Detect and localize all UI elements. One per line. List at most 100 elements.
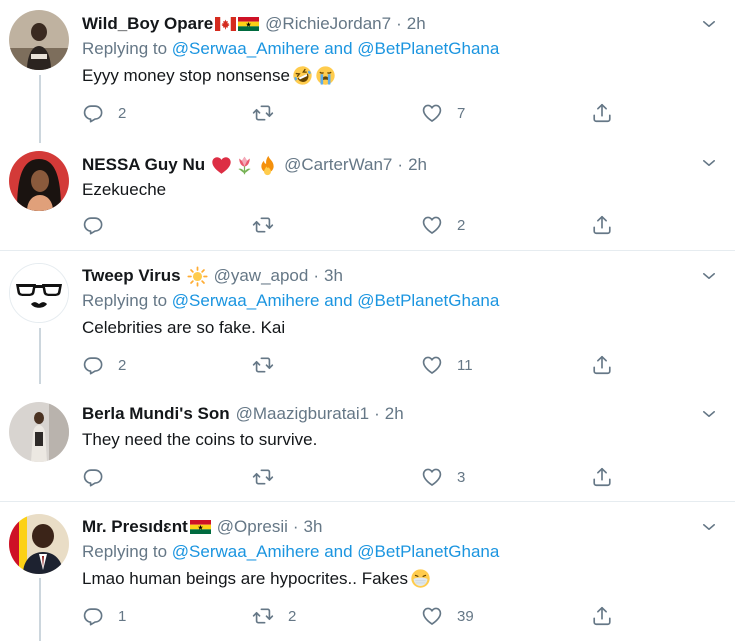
reply-button[interactable]: 2	[82, 102, 126, 124]
mention-link[interactable]: @BetPlanetGhana	[357, 542, 499, 561]
rofl-emoji-icon	[292, 65, 313, 86]
timestamp[interactable]: 2h	[408, 155, 427, 175]
mention-link[interactable]: @Serwaa_Amihere	[172, 39, 320, 58]
retweet-icon	[252, 214, 274, 236]
timestamp[interactable]: 3h	[304, 517, 323, 537]
heart-icon	[421, 605, 443, 627]
like-count: 39	[457, 607, 474, 625]
like-button[interactable]: 2	[421, 214, 465, 236]
share-button[interactable]	[591, 605, 613, 627]
separator-dot: ·	[313, 266, 320, 285]
reply-icon	[82, 354, 104, 376]
avatar[interactable]	[9, 10, 69, 70]
reply-count: 2	[118, 104, 127, 122]
red-heart-icon	[211, 155, 232, 176]
chevron-down-icon[interactable]	[700, 154, 718, 172]
tweet-3[interactable]: Tweep Virus @yaw_apod · 3h Replying to @…	[0, 251, 735, 389]
reply-count: 2	[118, 356, 127, 374]
heart-icon	[421, 354, 443, 376]
like-button[interactable]: 3	[421, 466, 465, 488]
mention-link[interactable]: @Serwaa_Amihere	[172, 542, 320, 561]
share-icon	[591, 354, 613, 376]
share-button[interactable]	[591, 466, 613, 488]
retweet-icon	[252, 466, 274, 488]
display-name[interactable]: Tweep Virus	[82, 266, 181, 286]
share-button[interactable]	[591, 102, 613, 124]
chevron-down-icon[interactable]	[700, 15, 718, 33]
reply-icon	[82, 605, 104, 627]
like-count: 11	[457, 356, 473, 374]
share-icon	[591, 214, 613, 236]
separator-dot: ·	[374, 404, 380, 423]
user-handle[interactable]: @CarterWan7	[284, 155, 392, 175]
retweet-button[interactable]	[252, 354, 288, 376]
like-button[interactable]: 39	[421, 605, 474, 627]
share-button[interactable]	[591, 354, 613, 376]
tweet-2[interactable]: NESSA Guy Nu @CarterWan7 · 2h Ezekueche …	[0, 147, 735, 249]
reply-button[interactable]: 2	[82, 354, 126, 376]
separator-dot: ·	[397, 155, 404, 174]
chevron-down-icon[interactable]	[700, 518, 718, 536]
heart-icon	[421, 466, 443, 488]
replying-to-label: Replying to	[82, 291, 168, 310]
mention-and[interactable]: and	[324, 39, 352, 58]
user-handle[interactable]: @RichieJordan7	[265, 14, 391, 34]
like-button[interactable]: 11	[421, 354, 473, 376]
reply-button[interactable]	[82, 214, 118, 236]
reply-button[interactable]: 1	[82, 605, 126, 627]
retweet-button[interactable]: 2	[252, 605, 296, 627]
display-name[interactable]: NESSA Guy Nu	[82, 155, 205, 175]
tweet-4[interactable]: Berla Mundi's Son @Maazigburatai1 · 2h T…	[0, 389, 735, 501]
avatar[interactable]	[9, 151, 69, 211]
display-name[interactable]: Wild_Boy Opare	[82, 14, 213, 34]
tweet-5[interactable]: Mr. Presıdɛnt @Opresii · 3h Replying to …	[0, 502, 735, 641]
chevron-down-icon[interactable]	[700, 405, 718, 423]
like-count: 2	[457, 216, 466, 234]
share-icon	[591, 466, 613, 488]
user-handle[interactable]: @Maazigburatai1	[236, 404, 370, 424]
reply-icon	[82, 102, 104, 124]
display-name[interactable]: Mr. Presıdɛnt	[82, 517, 188, 537]
tweet-text: Ezekueche	[82, 180, 166, 200]
tweet-header: NESSA Guy Nu @CarterWan7 · 2h	[82, 153, 427, 177]
timestamp[interactable]: 2h	[407, 14, 426, 34]
fire-icon	[257, 155, 278, 176]
tweet-actions: 2 7	[82, 102, 622, 126]
mention-and[interactable]: and	[324, 542, 352, 561]
reply-icon	[82, 214, 104, 236]
tweet-text: Celebrities are so fake. Kai	[82, 318, 285, 338]
thread-line	[39, 578, 41, 641]
user-handle[interactable]: @yaw_apod	[214, 266, 309, 286]
avatar[interactable]	[9, 514, 69, 574]
timestamp[interactable]: 2h	[385, 404, 404, 424]
thread-line	[39, 328, 41, 384]
user-handle[interactable]: @Opresii	[217, 517, 288, 537]
loudly-crying-emoji-icon	[315, 65, 336, 86]
replying-to: Replying to @Serwaa_Amihere and @BetPlan…	[82, 542, 499, 562]
tweet-1[interactable]: Wild_Boy Opare @RichieJordan7 · 2h Reply…	[0, 0, 735, 147]
ghana-flag-icon	[238, 17, 259, 31]
timestamp[interactable]: 3h	[324, 266, 343, 286]
avatar[interactable]	[9, 263, 69, 323]
reply-button[interactable]	[82, 466, 118, 488]
heart-icon	[421, 214, 443, 236]
retweet-button[interactable]	[252, 214, 288, 236]
retweet-button[interactable]	[252, 102, 288, 124]
like-button[interactable]: 7	[421, 102, 465, 124]
chevron-down-icon[interactable]	[700, 267, 718, 285]
retweet-button[interactable]	[252, 466, 288, 488]
mention-link[interactable]: @BetPlanetGhana	[357, 291, 499, 310]
tulip-icon	[234, 155, 255, 176]
mention-link[interactable]: @Serwaa_Amihere	[172, 291, 320, 310]
tweet-text: They need the coins to survive.	[82, 430, 317, 450]
like-count: 7	[457, 104, 466, 122]
tweet-actions: 2 11	[82, 354, 622, 378]
mention-and[interactable]: and	[324, 291, 352, 310]
share-button[interactable]	[591, 214, 613, 236]
display-name[interactable]: Berla Mundi's Son	[82, 404, 230, 424]
avatar[interactable]	[9, 402, 69, 462]
tweet-text-content: Ezekueche	[82, 180, 167, 199]
tweet-text: Eyyy money stop nonsense	[82, 65, 336, 86]
replying-to: Replying to @Serwaa_Amihere and @BetPlan…	[82, 291, 499, 311]
mention-link[interactable]: @BetPlanetGhana	[357, 39, 499, 58]
